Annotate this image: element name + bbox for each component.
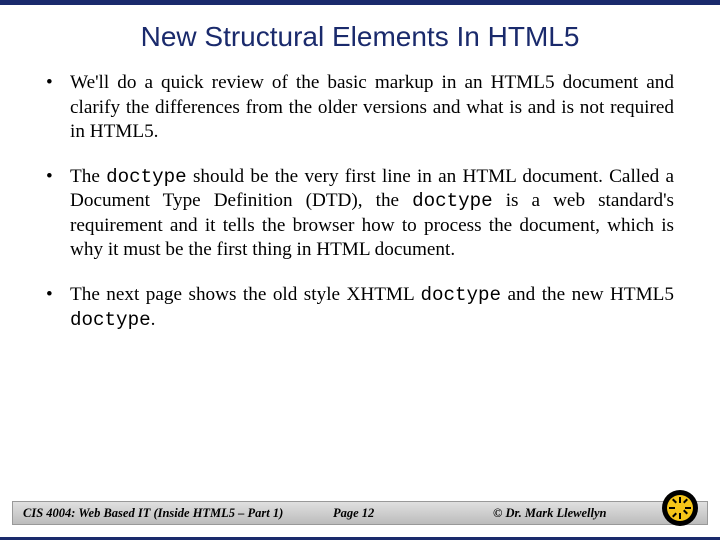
footer-bar: CIS 4004: Web Based IT (Inside HTML5 – P… [12,501,708,525]
text-run: and the new HTML5 [501,284,674,305]
footer-page: Page 12 [333,506,453,521]
bullet-item: • The next page shows the old style XHTM… [46,283,674,332]
bullet-marker: • [46,283,70,332]
text-run: . [151,309,156,330]
text-run: The [70,166,106,187]
footer-course: CIS 4004: Web Based IT (Inside HTML5 – P… [13,506,333,521]
bullet-item: • The doctype should be the very first l… [46,165,674,263]
slide-content: • We'll do a quick review of the basic m… [0,61,720,332]
code-run: doctype [70,309,151,331]
code-run: doctype [106,166,187,188]
bullet-text: The doctype should be the very first lin… [70,165,674,263]
slide-title: New Structural Elements In HTML5 [0,5,720,61]
bullet-text: The next page shows the old style XHTML … [70,283,674,332]
ucf-logo-icon [660,488,700,528]
bullet-text: We'll do a quick review of the basic mar… [70,71,674,145]
slide-footer: CIS 4004: Web Based IT (Inside HTML5 – P… [0,495,720,531]
bullet-marker: • [46,71,70,145]
slide: New Structural Elements In HTML5 • We'll… [0,0,720,540]
bullet-marker: • [46,165,70,263]
code-run: doctype [412,190,493,212]
bullet-item: • We'll do a quick review of the basic m… [46,71,674,145]
text-run: The next page shows the old style XHTML [70,284,420,305]
code-run: doctype [420,284,501,306]
